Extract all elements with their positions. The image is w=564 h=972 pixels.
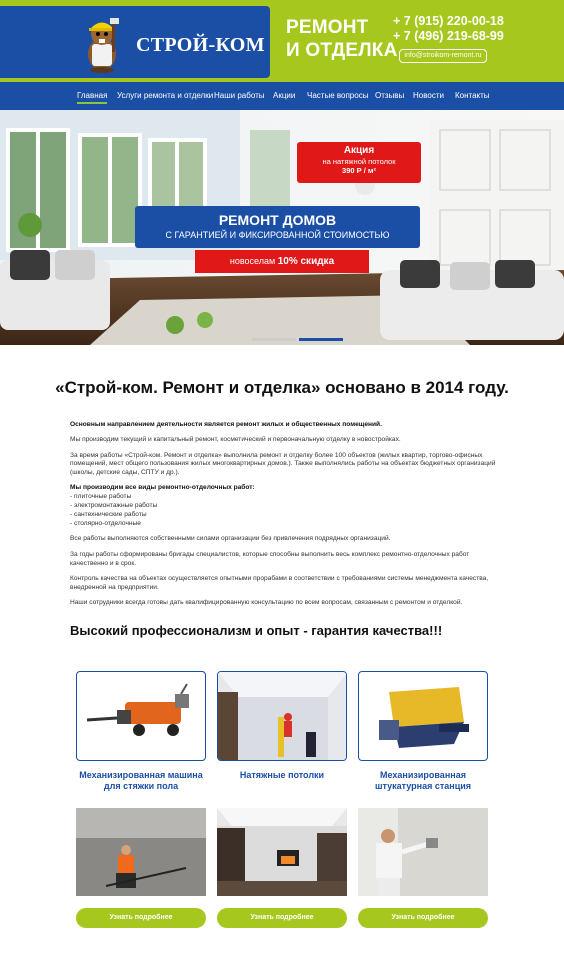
nav-item-news[interactable]: Новости [413,91,444,100]
nav-item-works[interactable]: Наши работы [214,91,265,100]
plastering-photo [358,808,488,896]
promo-badge[interactable]: Акция на натяжной потолок 390 Р / м² [297,142,421,183]
discount-text: новоселам [229,256,276,266]
logo-text: СТРОЙ-КОМ [136,34,265,56]
promo-title: Акция [343,145,375,156]
list-item: - сантехнические работы [70,510,147,518]
paragraph-3: За время работы «Строй-ком. Ремонт и отд… [70,451,496,477]
tagline-line-1: РЕМОНТ [286,17,369,38]
interior-ceiling-photo [217,808,347,896]
hero-banner: РЕМОНТ ДОМОВ С ГАРАНТИЕЙ И ФИКСИРОВАННОЙ… [135,206,420,248]
services-list: - плиточные работы - электромонтажные ра… [70,493,500,528]
learn-more-button-ceilings[interactable]: Узнать подробнее [217,908,347,928]
paragraph-2: Мы производим текущий и капитальный ремо… [70,436,401,444]
hero-banner-subtitle: С ГАРАНТИЕЙ И ФИКСИРОВАННОЙ СТОИМОСТЬЮ [165,230,390,240]
nav-item-promotions[interactable]: Акции [273,91,295,100]
paragraph-1: Основным направлением деятельности являе… [70,421,382,428]
photo-floor-screed-work [76,808,206,896]
hero-slider[interactable]: Акция на натяжной потолок 390 Р / м² РЕМ… [0,110,564,345]
slider-dot-2[interactable] [299,338,343,341]
site-header: СТРОЙ-КОМ РЕМОНТ И ОТДЕЛКА + 7 (915) 220… [0,0,564,82]
phone-block: + 7 (915) 220-00-18 + 7 (496) 219-68-99 [393,14,504,44]
section-subheading: Высокий профессионализм и опыт - гаранти… [70,623,443,638]
paragraph-4: Все работы выполняются собственными сила… [70,535,391,543]
nav-item-contacts[interactable]: Контакты [455,91,490,100]
main-nav: Главная Услуги ремонта и отделки Наши ра… [0,82,564,110]
card-image-plaster-station[interactable] [358,671,488,761]
tagline: РЕМОНТ И ОТДЕЛКА [286,16,398,62]
page-title: «Строй-ком. Ремонт и отделка» основано в… [55,378,509,397]
card-title-line: Механизированная [380,770,466,780]
learn-more-button-plaster[interactable]: Узнать подробнее [358,908,488,928]
photo-plastering-work [358,808,488,896]
paragraph-7: Наши сотрудники всегда готовы дать квали… [70,598,463,606]
phone-2[interactable]: + 7 (496) 219-68-99 [393,29,504,44]
card-title-line: для стяжки пола [103,781,179,791]
card-image-screed-machine[interactable] [76,671,206,761]
email-link[interactable]: info@stroikom-remont.ru [399,49,487,63]
tagline-line-2: И ОТДЕЛКА [286,40,398,61]
card-title-line: Механизированная машина [79,770,203,780]
slider-indicators [252,328,346,345]
hero-banner-title: РЕМОНТ ДОМОВ [218,212,337,228]
promo-price: 390 Р / м² [342,166,376,175]
card-title-screed-machine[interactable]: Механизированная машина для стяжки пола [76,770,206,792]
card-image-stretch-ceilings[interactable] [217,671,347,761]
discount-value: 10% скидка [277,256,335,267]
phone-1[interactable]: + 7 (915) 220-00-18 [393,14,504,29]
floor-screed-photo [76,808,206,896]
list-item: - столярно-отделочные [70,519,141,527]
list-item: - плиточные работы [70,493,132,501]
promo-line: на натяжной потолок [322,157,396,166]
paragraph-5: За годы работы сформированы бригады спец… [70,550,470,567]
about-text: Основным направлением деятельности являе… [70,421,500,614]
nav-item-faq[interactable]: Частые вопросы [307,91,368,100]
nav-item-services[interactable]: Услуги ремонта и отделки [117,91,213,100]
card-title-stretch-ceilings[interactable]: Натяжные потолки [217,770,347,781]
plaster-station-icon [379,687,469,748]
photo-interior-ceiling [217,808,347,896]
stretch-ceiling-photo [218,672,346,760]
learn-more-button-screed[interactable]: Узнать подробнее [76,908,206,928]
slider-dot-1[interactable] [252,338,296,341]
logo[interactable]: СТРОЙ-КОМ [0,6,270,78]
nav-item-home[interactable]: Главная [77,91,108,104]
paragraph-6: Контроль качества на объектах осуществля… [70,574,489,591]
list-item: - электромонтажные работы [70,502,158,510]
screed-machine-icon [86,683,189,736]
card-title-plaster-station[interactable]: Механизированная штукатурная станция [358,770,488,792]
nav-item-reviews[interactable]: Отзывы [375,91,404,100]
discount-badge: новоселам 10% скидка [195,250,369,273]
beaver-mascot-icon [88,18,119,73]
card-title-line: Натяжные потолки [239,770,325,780]
card-title-line: штукатурная станция [374,781,472,791]
services-list-title: Мы производим все виды ремонтно-отделочн… [70,484,255,492]
